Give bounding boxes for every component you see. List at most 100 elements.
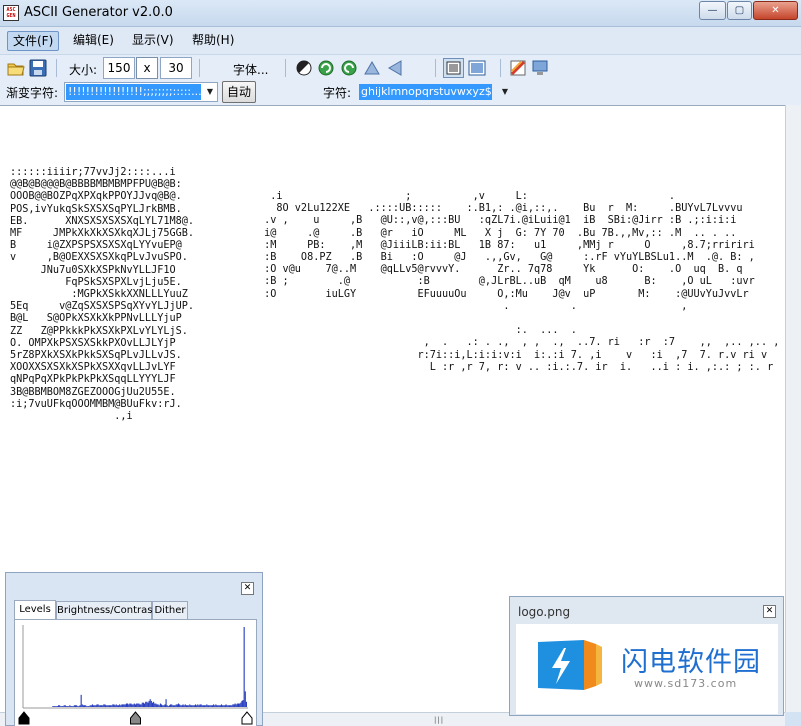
histogram-bar <box>217 705 219 707</box>
histogram-bar <box>91 704 94 707</box>
histogram-bar <box>154 703 156 707</box>
vertical-scrollbar[interactable] <box>785 105 801 712</box>
histogram-bar <box>86 706 88 707</box>
histogram-bar <box>191 705 193 707</box>
histogram-bar <box>63 705 65 707</box>
histogram-bar <box>163 705 165 707</box>
lock-ratio-button[interactable]: x <box>136 57 158 79</box>
chevron-down-icon[interactable]: ▼ <box>498 83 512 101</box>
histogram-bar <box>174 705 176 707</box>
logo-preview-window: logo.png ✕ 闪电软件园 www.sd173.com <box>509 596 784 716</box>
white-point-slider[interactable] <box>241 711 253 725</box>
tab-levels[interactable]: Levels <box>14 600 56 620</box>
invert-contrast-icon[interactable] <box>295 59 313 77</box>
height-input[interactable]: 30 <box>160 57 192 79</box>
rotate-cw-icon[interactable] <box>317 59 335 77</box>
flip-horizontal-icon[interactable] <box>386 59 404 77</box>
histogram-bar <box>203 705 206 707</box>
histogram-bar <box>90 705 92 707</box>
color-palette-icon[interactable] <box>509 59 527 77</box>
gamma-slider[interactable] <box>130 711 141 725</box>
histogram-bar <box>60 706 62 707</box>
histogram-bar <box>170 704 172 707</box>
tab-dither[interactable]: Dither <box>152 601 188 620</box>
chars-combobox[interactable]: ghijklmnopqrstuvwxyz$ ▼ <box>357 82 513 102</box>
histogram-bar <box>216 705 218 707</box>
histogram-bar <box>148 700 150 707</box>
text-mode-toggle[interactable] <box>443 58 464 78</box>
toolbar-separator <box>285 59 286 77</box>
chevron-down-icon[interactable]: ▼ <box>203 83 217 101</box>
histogram-bar <box>151 702 154 707</box>
histogram-bar <box>150 700 152 707</box>
black-point-slider[interactable] <box>18 711 30 725</box>
histogram-bar <box>234 703 236 707</box>
menu-view[interactable]: 显示(V) <box>127 31 179 51</box>
histogram-bar <box>100 705 103 707</box>
histogram-bar <box>156 704 158 707</box>
histogram-bar <box>192 705 194 707</box>
histogram-bar <box>188 705 190 707</box>
histogram-bar <box>61 706 63 707</box>
histogram-bar <box>119 704 121 707</box>
histogram-bar <box>177 703 180 707</box>
save-disk-icon[interactable] <box>29 59 47 77</box>
histogram-bar <box>116 705 118 707</box>
width-input[interactable]: 150 <box>103 57 135 79</box>
image-mode-icon[interactable] <box>468 59 486 77</box>
minimize-button[interactable]: — <box>699 1 726 20</box>
histogram-bar <box>127 703 129 707</box>
histogram-bar <box>105 705 107 707</box>
tab-brightness-contrast[interactable]: Brightness/Contrast <box>56 601 156 620</box>
histogram-bar <box>139 704 141 707</box>
histogram-bar <box>213 704 215 707</box>
histogram-bar <box>93 705 95 707</box>
histogram-bar <box>121 704 123 707</box>
histogram-bar <box>231 705 233 707</box>
close-button[interactable]: ✕ <box>753 1 798 20</box>
ascii-art-left: ::::::iiiir;77vvJj2::::...i @@B@B@@@B@BB… <box>10 167 195 423</box>
histogram-bar <box>138 703 140 707</box>
histogram-bar <box>73 705 75 707</box>
histogram-bar <box>187 705 189 707</box>
histogram-bar <box>208 705 210 707</box>
histogram-bar <box>141 702 143 707</box>
histogram-bar <box>59 705 61 707</box>
menu-edit[interactable]: 编辑(E) <box>68 31 119 51</box>
rotate-ccw-icon[interactable] <box>340 59 358 77</box>
menu-file[interactable]: 文件(F) <box>7 31 60 51</box>
maximize-button[interactable]: ▢ <box>727 1 752 20</box>
histogram-bar <box>224 705 226 707</box>
logo-image: 闪电软件园 www.sd173.com <box>516 624 778 714</box>
histogram-bar <box>96 704 98 707</box>
histogram-bar <box>159 703 161 707</box>
histogram-bar <box>57 705 60 707</box>
close-icon[interactable]: ✕ <box>763 605 776 618</box>
histogram-bar <box>183 705 185 707</box>
preview-monitor-icon[interactable] <box>531 59 549 77</box>
histogram-bar <box>64 705 66 707</box>
histogram-bar <box>114 705 116 707</box>
histogram-bar <box>227 705 229 707</box>
histogram-bar <box>71 706 73 707</box>
flip-vertical-icon[interactable] <box>363 59 381 77</box>
brand-name: 闪电软件园 <box>621 647 761 678</box>
histogram-bar <box>77 706 79 707</box>
toolbar-separator <box>500 59 501 77</box>
ramp-combobox[interactable]: !!!!!!!!!!!!!!!!!;;;;;;;;:::::..........… <box>64 82 218 102</box>
open-folder-icon[interactable] <box>7 59 25 77</box>
close-icon[interactable]: ✕ <box>241 582 254 595</box>
histogram-chart[interactable] <box>15 620 256 726</box>
auto-button[interactable]: 自动 <box>222 81 256 103</box>
histogram-bar <box>198 705 200 707</box>
histogram-bar <box>113 704 115 707</box>
histogram-bar <box>166 705 168 707</box>
histogram-bar <box>214 705 216 707</box>
menu-help[interactable]: 帮助(H) <box>187 31 239 51</box>
histogram-bar <box>82 705 84 707</box>
histogram-bar <box>157 704 159 707</box>
histogram-bar <box>201 705 203 707</box>
histogram-bar <box>67 706 69 707</box>
font-button[interactable]: 字体... <box>233 61 268 78</box>
levels-panel: ✕ Levels Brightness/Contrast Dither <box>5 572 263 726</box>
